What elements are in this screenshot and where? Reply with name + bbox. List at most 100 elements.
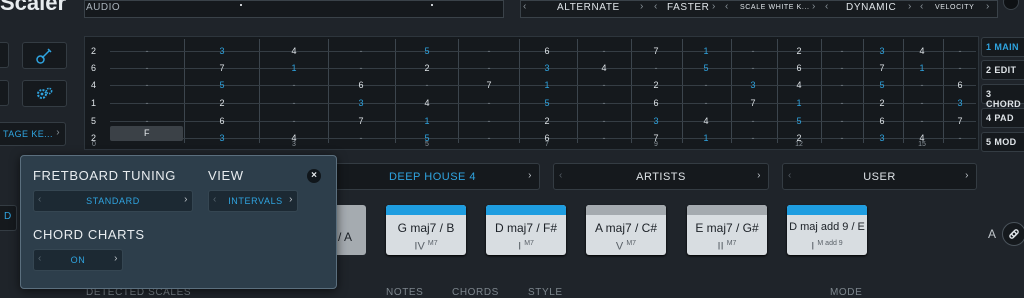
fret-note[interactable]: 5 bbox=[791, 116, 807, 126]
chord-card[interactable]: G maj7 / B IV M7 bbox=[386, 205, 466, 255]
fret-note[interactable]: - bbox=[481, 133, 497, 143]
left-edge-tab[interactable]: D bbox=[0, 205, 17, 231]
fret-note[interactable]: - bbox=[139, 80, 155, 90]
fret-note[interactable]: - bbox=[286, 98, 302, 108]
tab-mod[interactable]: 5 MOD bbox=[981, 132, 1024, 152]
selected-fret-cell[interactable]: F bbox=[110, 126, 183, 141]
fret-note[interactable]: 2 bbox=[648, 80, 664, 90]
fret-note[interactable]: - bbox=[834, 46, 850, 56]
fret-note[interactable]: 6 bbox=[214, 116, 230, 126]
fret-note[interactable]: 5 bbox=[419, 46, 435, 56]
fret-note[interactable]: - bbox=[481, 116, 497, 126]
chord-card[interactable]: D maj7 / F# I M7 bbox=[486, 205, 566, 255]
fret-note[interactable]: - bbox=[834, 133, 850, 143]
fret-note[interactable]: 3 bbox=[874, 46, 890, 56]
fret-note[interactable]: 3 bbox=[214, 46, 230, 56]
fret-note[interactable]: - bbox=[139, 116, 155, 126]
fret-note[interactable]: - bbox=[834, 63, 850, 73]
fret-note[interactable]: 4 bbox=[914, 46, 930, 56]
fret-note[interactable]: 7 bbox=[648, 46, 664, 56]
fret-note[interactable]: - bbox=[286, 80, 302, 90]
fret-note[interactable]: - bbox=[648, 63, 664, 73]
chevron-left-icon[interactable]: ‹ bbox=[920, 1, 923, 12]
fret-note[interactable]: 4 bbox=[286, 46, 302, 56]
close-button[interactable]: × bbox=[307, 169, 321, 183]
select-faster[interactable]: FASTER bbox=[667, 2, 710, 13]
user-preset-select[interactable]: ‹ USER › bbox=[782, 163, 977, 190]
chord-card[interactable]: E maj7 / G# II M7 bbox=[687, 205, 767, 255]
fret-note[interactable]: 6 bbox=[791, 63, 807, 73]
chevron-right-icon[interactable]: › bbox=[640, 1, 643, 12]
fret-note[interactable]: 1 bbox=[791, 98, 807, 108]
select-scale-white-keys[interactable]: SCALE WHITE K... bbox=[740, 4, 810, 11]
fret-note[interactable]: 7 bbox=[481, 80, 497, 90]
select-dynamic[interactable]: DYNAMIC bbox=[846, 2, 896, 13]
corner-button[interactable] bbox=[1003, 0, 1019, 10]
fret-note[interactable]: - bbox=[596, 116, 612, 126]
fret-note[interactable]: - bbox=[745, 63, 761, 73]
chevron-right-icon[interactable]: › bbox=[908, 1, 911, 12]
settings-button[interactable] bbox=[22, 80, 67, 107]
fret-note[interactable]: - bbox=[914, 116, 930, 126]
fret-note[interactable]: 4 bbox=[698, 116, 714, 126]
select-alternate[interactable]: ALTERNATE bbox=[557, 2, 620, 13]
fret-note[interactable]: 4 bbox=[596, 63, 612, 73]
fret-note[interactable]: 2 bbox=[874, 98, 890, 108]
fret-note[interactable]: 2 bbox=[791, 46, 807, 56]
fret-note[interactable]: 7 bbox=[874, 63, 890, 73]
chevron-left-icon[interactable]: ‹ bbox=[654, 1, 657, 12]
fret-note[interactable]: 4 bbox=[419, 98, 435, 108]
fret-note[interactable]: - bbox=[952, 133, 968, 143]
fretboard-tuning-select[interactable]: ‹ STANDARD › bbox=[33, 190, 193, 212]
tab-main[interactable]: 1 MAIN bbox=[981, 37, 1024, 57]
fret-note[interactable]: - bbox=[745, 133, 761, 143]
fret-note[interactable]: 7 bbox=[353, 116, 369, 126]
fret-note[interactable]: - bbox=[419, 80, 435, 90]
fret-note[interactable]: 7 bbox=[952, 116, 968, 126]
chord-card[interactable]: A maj7 / C# V M7 bbox=[586, 205, 666, 255]
fret-note[interactable]: 3 bbox=[539, 63, 555, 73]
fret-note[interactable]: - bbox=[952, 46, 968, 56]
fret-note[interactable]: 5 bbox=[539, 98, 555, 108]
fret-note[interactable]: - bbox=[596, 133, 612, 143]
guitar-view-button[interactable] bbox=[22, 42, 67, 69]
tab-pad[interactable]: 4 PAD bbox=[981, 108, 1024, 128]
fret-note[interactable]: - bbox=[914, 98, 930, 108]
audio-input-field[interactable] bbox=[84, 0, 504, 18]
left-edge-tab[interactable] bbox=[0, 80, 9, 106]
chevron-right-icon[interactable]: › bbox=[986, 1, 989, 12]
fret-note[interactable]: 3 bbox=[648, 116, 664, 126]
fret-note[interactable]: - bbox=[353, 46, 369, 56]
fret-note[interactable]: 3 bbox=[745, 80, 761, 90]
fret-note[interactable]: - bbox=[698, 98, 714, 108]
fret-note[interactable]: - bbox=[596, 98, 612, 108]
link-button[interactable] bbox=[1002, 222, 1024, 246]
fret-note[interactable]: - bbox=[353, 63, 369, 73]
fret-note[interactable]: 1 bbox=[698, 133, 714, 143]
fret-note[interactable]: - bbox=[698, 80, 714, 90]
fret-note[interactable]: 6 bbox=[648, 98, 664, 108]
fret-note[interactable]: - bbox=[834, 98, 850, 108]
fret-note[interactable]: 6 bbox=[353, 80, 369, 90]
fret-note[interactable]: 3 bbox=[353, 98, 369, 108]
tab-edit[interactable]: 2 EDIT bbox=[981, 60, 1024, 80]
chevron-left-icon[interactable]: ‹ bbox=[725, 1, 728, 12]
fret-note[interactable]: 1 bbox=[539, 80, 555, 90]
fret-note[interactable]: - bbox=[834, 116, 850, 126]
fret-note[interactable]: 5 bbox=[874, 80, 890, 90]
left-edge-tab[interactable] bbox=[0, 42, 9, 68]
chevron-right-icon[interactable]: › bbox=[712, 1, 715, 12]
fret-note[interactable]: 6 bbox=[539, 46, 555, 56]
chevron-right-icon[interactable]: › bbox=[812, 1, 815, 12]
fret-note[interactable]: - bbox=[834, 80, 850, 90]
chord-card[interactable]: D maj add 9 / E I M add 9 bbox=[787, 205, 867, 255]
fret-note[interactable]: 2 bbox=[419, 63, 435, 73]
fret-note[interactable]: 1 bbox=[286, 63, 302, 73]
fret-note[interactable]: 1 bbox=[914, 63, 930, 73]
tab-chord[interactable]: 3 CHORD bbox=[981, 84, 1024, 109]
fret-note[interactable]: - bbox=[286, 116, 302, 126]
genre-preset-select[interactable]: DEEP HOUSE 4 › bbox=[325, 163, 540, 190]
fret-note[interactable]: 3 bbox=[952, 98, 968, 108]
fret-note[interactable]: - bbox=[481, 63, 497, 73]
fret-note[interactable]: 2 bbox=[214, 98, 230, 108]
